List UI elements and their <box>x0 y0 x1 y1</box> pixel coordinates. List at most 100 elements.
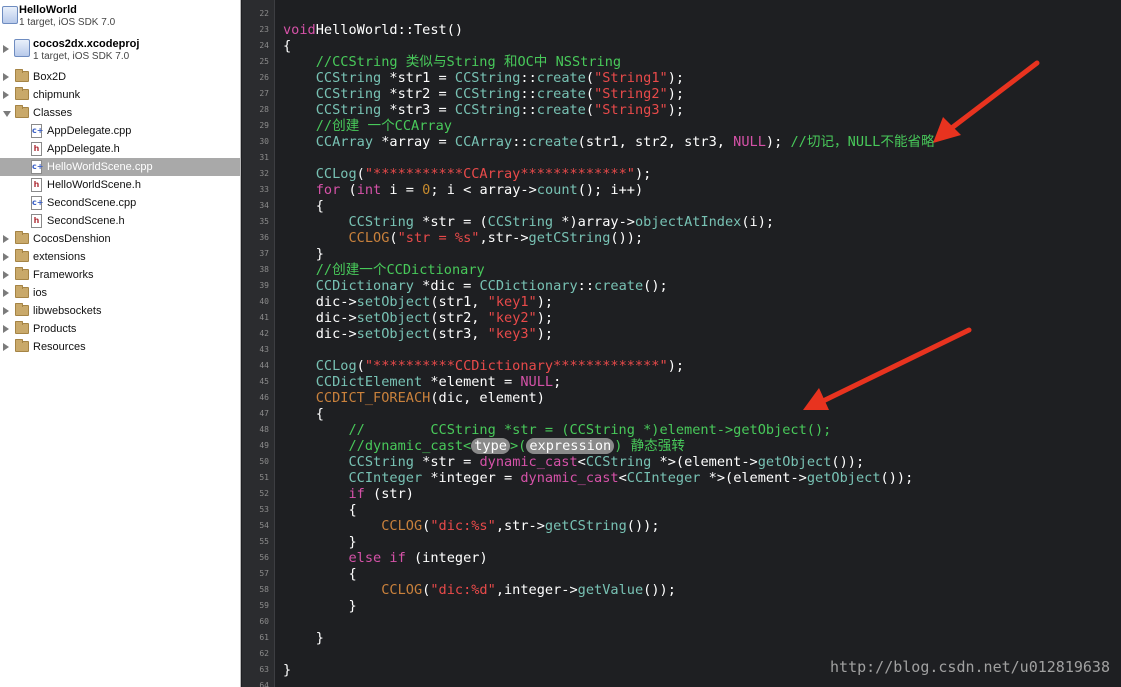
code-token: { <box>283 198 324 214</box>
code-token: dic-> <box>283 310 357 326</box>
file-item[interactable]: c+ AppDelegate.cpp <box>0 122 240 140</box>
code-line[interactable]: } <box>283 662 291 678</box>
code-line[interactable]: CCDictionary *dic = CCDictionary::create… <box>283 278 668 294</box>
file-item[interactable]: h AppDelegate.h <box>0 140 240 158</box>
folder-icon <box>15 69 29 82</box>
group-box2d[interactable]: Box2D <box>0 68 240 86</box>
group-libwebsockets[interactable]: libwebsockets <box>0 302 240 320</box>
line-number: 36 <box>259 233 269 242</box>
code-token: CCDictElement <box>315 374 423 390</box>
code-line[interactable]: { <box>283 502 356 518</box>
code-token: dic-> <box>283 326 357 342</box>
code-token: < <box>577 454 586 470</box>
code-line[interactable]: //dynamic_cast< type >(expression) 静态强转 <box>283 438 685 454</box>
code-line[interactable]: } <box>283 246 324 262</box>
code-line[interactable]: CCLOG("str = %s",str->getCString()); <box>283 230 643 246</box>
code-line[interactable]: { <box>283 406 324 422</box>
code-token: setObject <box>356 326 431 342</box>
code-line[interactable]: CCLog("**********CCDictionary***********… <box>283 358 684 374</box>
disclosure-triangle-icon[interactable] <box>3 289 9 297</box>
code-line[interactable]: //创建 一个CCArray <box>283 118 452 134</box>
code-line[interactable]: CCLOG("dic:%d",integer->getValue()); <box>283 582 676 598</box>
group-cocosdenshion[interactable]: CocosDenshion <box>0 230 240 248</box>
group-extensions[interactable]: extensions <box>0 248 240 266</box>
code-line[interactable]: else if (integer) <box>283 550 487 566</box>
code-line[interactable]: } <box>283 598 356 614</box>
code-token: { <box>283 566 357 582</box>
group-frameworks[interactable]: Frameworks <box>0 266 240 284</box>
code-line[interactable]: } <box>283 630 324 646</box>
disclosure-triangle-icon[interactable] <box>3 91 9 99</box>
code-token: dynamic_cast <box>520 470 619 486</box>
code-line[interactable]: dic->setObject(str3, "key3"); <box>283 326 553 342</box>
disclosure-triangle-icon[interactable] <box>3 73 9 81</box>
file-item[interactable]: c+ SecondScene.cpp <box>0 194 240 212</box>
code-line[interactable]: dic->setObject(str1, "key1"); <box>283 294 553 310</box>
code-line[interactable]: CCArray *array = CCArray::create(str1, s… <box>283 134 935 150</box>
line-number: 25 <box>259 57 269 66</box>
disclosure-triangle-icon[interactable] <box>3 307 9 315</box>
disclosure-triangle-icon[interactable] <box>3 235 9 243</box>
code-token: ; <box>553 374 562 390</box>
code-token: if <box>348 486 365 502</box>
code-line[interactable]: CCString *str2 = CCString::create("Strin… <box>283 86 684 102</box>
code-token: "***********CCArray*************" <box>364 166 635 182</box>
code-placeholder[interactable]: expression <box>526 438 615 454</box>
code-token: "key1" <box>487 294 537 310</box>
code-line[interactable]: // CCString *str = (CCString *)element->… <box>283 422 831 438</box>
watermark: http://blog.csdn.net/u012819638 <box>830 658 1110 676</box>
code-line[interactable]: //创建一个CCDictionary <box>283 262 485 278</box>
file-label: HelloWorldScene.h <box>47 179 141 191</box>
code-line[interactable]: //CCString 类似与String 和OC中 NSString <box>283 54 621 70</box>
code-line[interactable]: } <box>283 534 356 550</box>
group-products[interactable]: Products <box>0 320 240 338</box>
code-line[interactable]: CCString *str1 = CCString::create("Strin… <box>283 70 684 86</box>
code-token: CCLog <box>315 166 357 182</box>
code-line[interactable]: CCString *str = dynamic_cast<CCString *>… <box>283 454 864 470</box>
code-line[interactable]: voidHelloWorld::Test() <box>283 22 463 38</box>
header-file-icon: h <box>31 178 42 192</box>
code-line[interactable]: for (int i = 0; i < array->count(); i++) <box>283 182 643 198</box>
source-editor[interactable]: 22 23 24 25 26 27 28 29 30 31 32 33 34 35 36 37 38 39 40 41… <box>242 0 1121 687</box>
disclosure-triangle-icon[interactable] <box>3 45 9 53</box>
code-token: (str3, <box>430 326 488 342</box>
disclosure-open-icon[interactable] <box>3 111 11 117</box>
group-chipmunk[interactable]: chipmunk <box>0 86 240 104</box>
code-line[interactable]: { <box>283 198 324 214</box>
code-token: ()); <box>831 454 865 470</box>
code-line[interactable]: CCLOG("dic:%s",str->getCString()); <box>283 518 659 534</box>
code-placeholder[interactable]: type <box>471 438 510 454</box>
group-resources[interactable]: Resources <box>0 338 240 356</box>
line-number: 23 <box>259 25 269 34</box>
code-line[interactable]: CCDictElement *element = NULL; <box>283 374 562 390</box>
group-label: Frameworks <box>33 269 94 281</box>
disclosure-triangle-icon[interactable] <box>3 253 9 261</box>
disclosure-triangle-icon[interactable] <box>3 343 9 351</box>
code-token: "String2" <box>594 86 668 102</box>
code-line[interactable]: CCLog("***********CCArray*************")… <box>283 166 652 182</box>
file-item[interactable]: h SecondScene.h <box>0 212 240 230</box>
disclosure-triangle-icon[interactable] <box>3 325 9 333</box>
code-line[interactable]: { <box>283 38 291 54</box>
code-line[interactable]: CCDICT_FOREACH(dic, element) <box>283 390 545 406</box>
code-token: *str = ( <box>413 214 488 230</box>
code-line[interactable]: { <box>283 566 357 582</box>
group-ios[interactable]: ios <box>0 284 240 302</box>
code-token: setObject <box>356 310 431 326</box>
file-item[interactable]: c+ HelloWorldScene.cpp <box>0 158 240 176</box>
code-line[interactable]: CCString *str3 = CCString::create("Strin… <box>283 102 684 118</box>
code-line[interactable]: dic->setObject(str2, "key2"); <box>283 310 553 326</box>
code-line[interactable]: if (str) <box>283 486 413 502</box>
folder-icon <box>15 267 29 280</box>
line-number: 53 <box>259 505 269 514</box>
code-line[interactable]: CCInteger *integer = dynamic_cast<CCInte… <box>283 470 913 486</box>
file-item[interactable]: h HelloWorldScene.h <box>0 176 240 194</box>
group-classes[interactable]: Classes <box>0 104 240 122</box>
disclosure-triangle-icon[interactable] <box>3 271 9 279</box>
code-line[interactable]: CCString *str = (CCString *)array->objec… <box>283 214 774 230</box>
folder-icon <box>15 231 29 244</box>
file-label: AppDelegate.h <box>47 143 120 155</box>
